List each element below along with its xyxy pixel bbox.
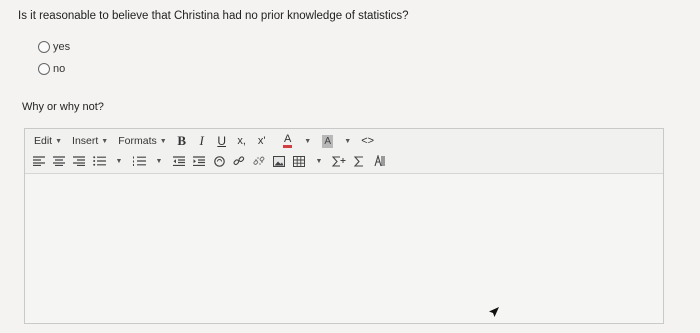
followup-prompt: Why or why not? bbox=[22, 101, 104, 113]
background-color-button[interactable]: A bbox=[318, 132, 338, 150]
background-color-dropdown[interactable]: ▼ bbox=[338, 132, 358, 150]
bullet-list-dropdown[interactable]: ▼ bbox=[109, 152, 129, 170]
chevron-down-icon: ▼ bbox=[55, 137, 63, 145]
chevron-down-icon: ▼ bbox=[101, 137, 109, 145]
toolbar-row-2: ▼ ▼ ▼ bbox=[29, 151, 659, 171]
edit-menu[interactable]: Edit ▼ bbox=[29, 132, 67, 150]
rich-text-editor: Edit ▼ Insert ▼ Formats ▼ B I U x, x' A … bbox=[24, 128, 664, 324]
sum-plus-button[interactable] bbox=[329, 152, 349, 170]
insert-link-button[interactable] bbox=[229, 152, 249, 170]
subscript-button[interactable]: x, bbox=[232, 132, 252, 150]
indent-button[interactable] bbox=[189, 152, 209, 170]
superscript-button[interactable]: x' bbox=[252, 132, 272, 150]
chevron-down-icon: ▼ bbox=[315, 157, 323, 165]
numbered-list-dropdown[interactable]: ▼ bbox=[149, 152, 169, 170]
align-left-button[interactable] bbox=[29, 152, 49, 170]
media-icon bbox=[273, 155, 285, 167]
insert-menu-label: Insert bbox=[72, 135, 99, 147]
bullet-list-button[interactable] bbox=[89, 152, 109, 170]
toolbar-row-1: Edit ▼ Insert ▼ Formats ▼ B I U x, x' A … bbox=[29, 131, 659, 151]
indent-icon bbox=[193, 156, 205, 166]
insert-image-button[interactable] bbox=[209, 152, 229, 170]
align-center-icon bbox=[53, 156, 65, 166]
chevron-down-icon: ▼ bbox=[304, 137, 312, 145]
table-button[interactable] bbox=[289, 152, 309, 170]
underline-button[interactable]: U bbox=[212, 132, 232, 150]
text-color-dropdown[interactable]: ▼ bbox=[298, 132, 318, 150]
italic-button[interactable]: I bbox=[192, 132, 212, 150]
editor-content-area[interactable] bbox=[25, 174, 663, 322]
source-code-button[interactable]: <> bbox=[358, 132, 378, 150]
align-left-icon bbox=[33, 156, 45, 166]
answer-options: yes no bbox=[38, 36, 70, 80]
table-dropdown[interactable]: ▼ bbox=[309, 152, 329, 170]
text-direction-icon bbox=[374, 155, 385, 167]
align-center-button[interactable] bbox=[49, 152, 69, 170]
bullet-list-icon bbox=[92, 156, 106, 166]
text-color-button[interactable]: A bbox=[278, 132, 298, 150]
chevron-down-icon: ▼ bbox=[155, 157, 163, 165]
numbered-list-icon bbox=[132, 156, 146, 166]
align-right-icon bbox=[73, 156, 85, 166]
formats-menu-label: Formats bbox=[118, 135, 157, 147]
radio-yes[interactable] bbox=[38, 41, 50, 53]
numbered-list-button[interactable] bbox=[129, 152, 149, 170]
outdent-icon bbox=[173, 156, 185, 166]
formats-menu[interactable]: Formats ▼ bbox=[113, 132, 171, 150]
question-text: Is it reasonable to believe that Christi… bbox=[18, 10, 409, 22]
image-icon bbox=[213, 155, 225, 167]
radio-no[interactable] bbox=[38, 63, 50, 75]
sum-icon bbox=[354, 155, 363, 167]
chevron-down-icon: ▼ bbox=[344, 137, 352, 145]
insert-media-button[interactable] bbox=[269, 152, 289, 170]
insert-menu[interactable]: Insert ▼ bbox=[67, 132, 113, 150]
option-no-label: no bbox=[53, 63, 66, 75]
bold-button[interactable]: B bbox=[172, 132, 192, 150]
chevron-down-icon: ▼ bbox=[115, 157, 123, 165]
editor-toolbar: Edit ▼ Insert ▼ Formats ▼ B I U x, x' A … bbox=[25, 129, 663, 174]
unlink-icon bbox=[253, 156, 265, 165]
option-yes-label: yes bbox=[53, 41, 71, 53]
option-no[interactable]: no bbox=[38, 58, 70, 80]
sum-plus-icon bbox=[332, 155, 346, 167]
text-color-icon: A bbox=[283, 134, 293, 148]
text-direction-button[interactable] bbox=[369, 152, 389, 170]
unlink-button[interactable] bbox=[249, 152, 269, 170]
table-icon bbox=[293, 155, 305, 167]
align-right-button[interactable] bbox=[69, 152, 89, 170]
edit-menu-label: Edit bbox=[34, 135, 53, 147]
outdent-button[interactable] bbox=[169, 152, 189, 170]
chevron-down-icon: ▼ bbox=[159, 137, 167, 145]
sum-button[interactable] bbox=[349, 152, 369, 170]
background-color-icon: A bbox=[322, 134, 334, 148]
option-yes[interactable]: yes bbox=[38, 36, 70, 58]
link-icon bbox=[233, 156, 245, 166]
mouse-cursor-icon bbox=[489, 307, 499, 317]
